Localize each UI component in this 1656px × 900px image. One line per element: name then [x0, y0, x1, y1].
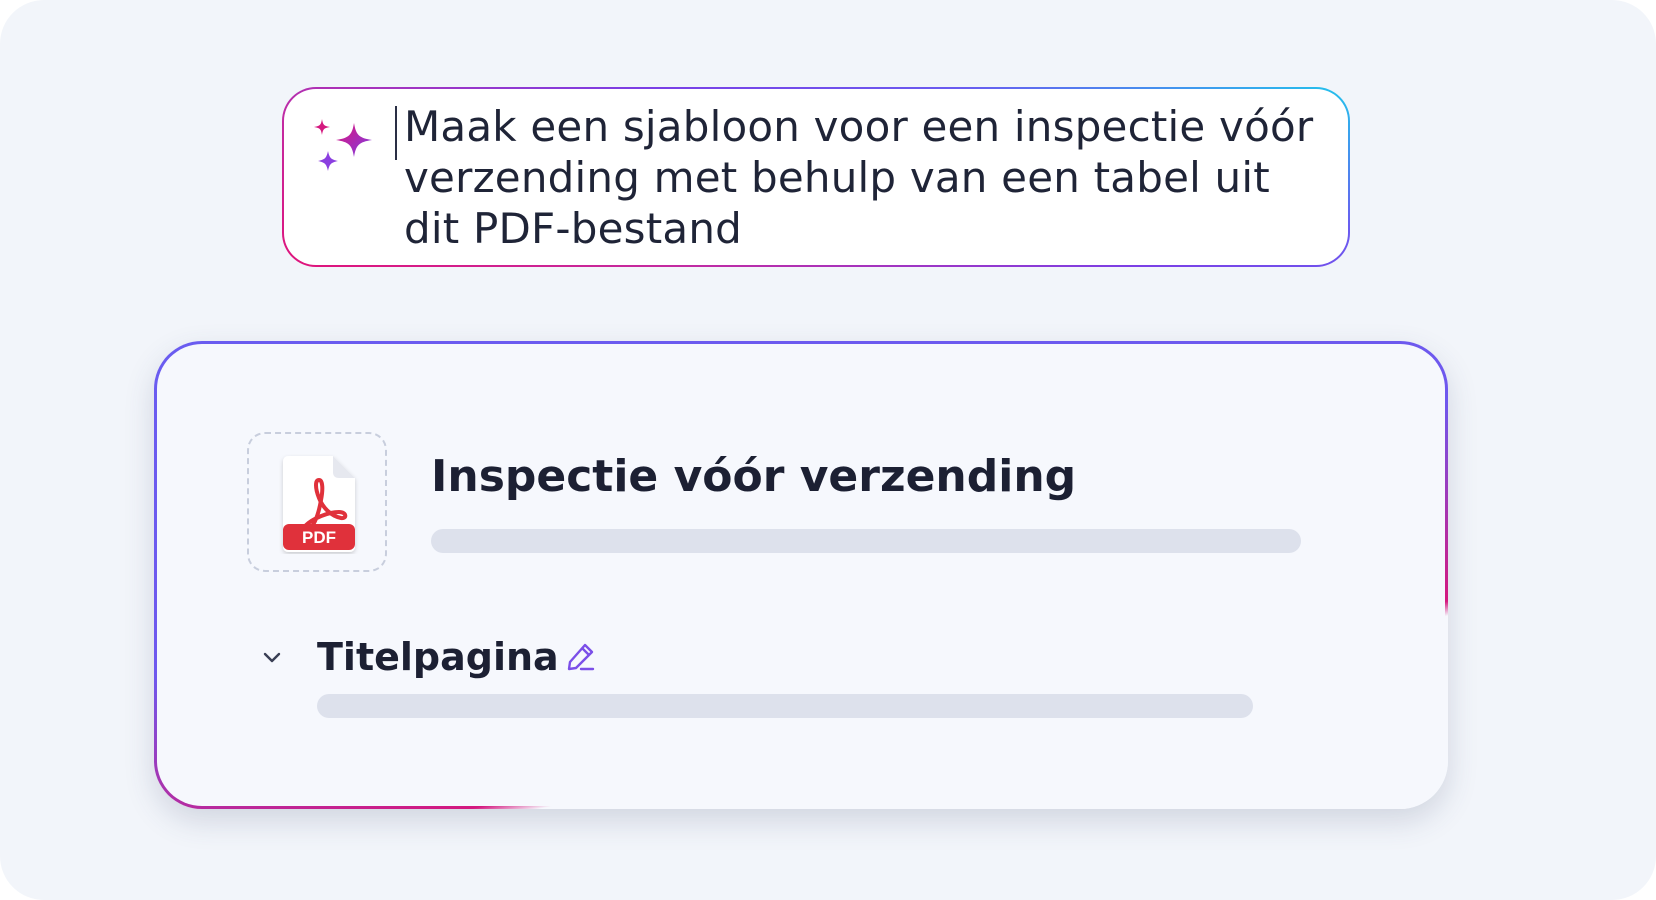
pdf-badge-label: PDF: [302, 528, 336, 547]
document-title: Inspectie vóór verzending: [431, 451, 1077, 502]
ai-prompt-inner[interactable]: Maak een sjabloon voor een inspectie vóó…: [284, 89, 1348, 265]
template-card-inner: PDF Inspectie vóór verzending Titelpagin…: [157, 344, 1445, 806]
pdf-file-icon: PDF: [283, 456, 355, 552]
prompt-text[interactable]: Maak een sjabloon voor een inspectie vóó…: [404, 101, 1324, 254]
sparkles-icon: [314, 119, 372, 171]
template-card: PDF Inspectie vóór verzending Titelpagin…: [154, 341, 1448, 809]
title-placeholder-bar: [431, 529, 1301, 553]
canvas-background: Maak een sjabloon voor een inspectie vóó…: [0, 0, 1656, 900]
section-title: Titelpagina: [317, 635, 559, 679]
pdf-upload-box[interactable]: PDF: [247, 432, 387, 572]
chevron-down-icon[interactable]: [259, 644, 285, 670]
pencil-icon[interactable]: [564, 640, 598, 674]
section-placeholder-bar: [317, 694, 1253, 718]
text-caret: [395, 106, 397, 160]
ai-prompt-box[interactable]: Maak een sjabloon voor een inspectie vóó…: [282, 87, 1350, 267]
